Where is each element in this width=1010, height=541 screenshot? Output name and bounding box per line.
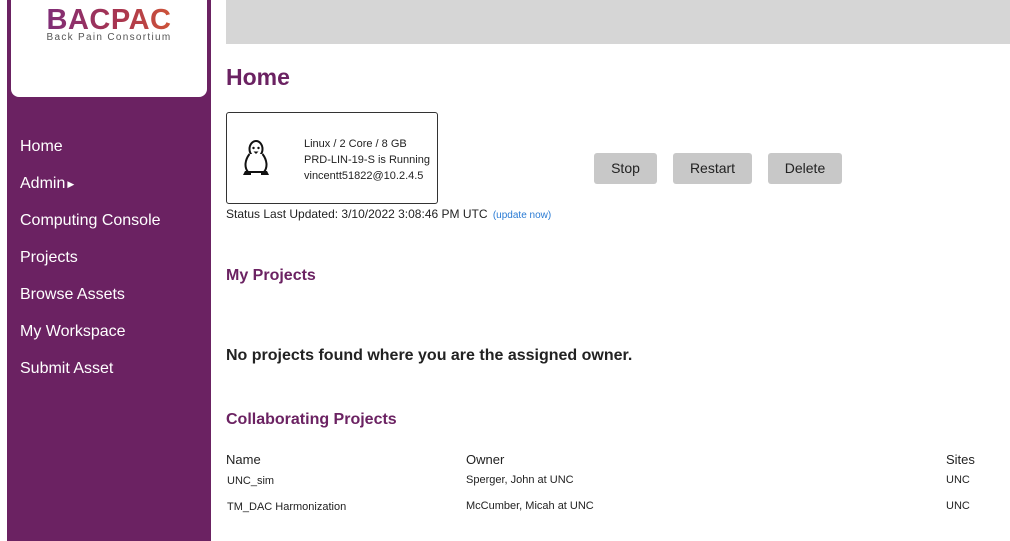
status-text: Status Last Updated: 3/10/2022 3:08:46 P… [226, 207, 488, 221]
sidebar-item-admin[interactable]: Admin ▶ [20, 172, 161, 209]
column-header-sites: Sites [946, 452, 975, 467]
logo[interactable]: BACPAC Back Pain Consortium [11, 0, 207, 97]
sidebar-item-browse-assets[interactable]: Browse Assets [20, 283, 161, 320]
project-sites: UNC [946, 474, 970, 486]
sidebar-item-label: Admin [20, 175, 66, 193]
project-owner: McCumber, Micah at UNC [466, 500, 594, 512]
project-name-link[interactable]: TM_DAC Harmonization [227, 501, 346, 513]
project-name-link[interactable]: UNC_sim [227, 475, 274, 487]
column-header-owner: Owner [466, 452, 505, 467]
sidebar-item-computing-console[interactable]: Computing Console [20, 209, 161, 246]
sidebar: BACPAC Back Pain Consortium Home Admin ▶ … [7, 0, 211, 541]
column-header-name: Name [226, 452, 261, 467]
sidebar-item-submit-asset[interactable]: Submit Asset [20, 357, 161, 394]
delete-button[interactable]: Delete [768, 153, 842, 184]
sidebar-item-home[interactable]: Home [20, 135, 161, 172]
vm-user: vincentt51822@10.2.4.5 [304, 170, 424, 182]
project-owner: Sperger, John at UNC [466, 474, 574, 486]
vm-details: Linux / 2 Core / 8 GB PRD-LIN-19-S is Ru… [304, 136, 430, 184]
vm-specs: Linux / 2 Core / 8 GB [304, 138, 407, 150]
sidebar-item-my-workspace[interactable]: My Workspace [20, 320, 161, 357]
collaborating-projects-title: Collaborating Projects [226, 411, 397, 428]
linux-tux-icon [243, 140, 269, 175]
project-sites: UNC [946, 500, 970, 512]
restart-button[interactable]: Restart [673, 153, 752, 184]
top-bar [226, 0, 1010, 44]
sidebar-nav: Home Admin ▶ Computing Console Projects B… [20, 135, 161, 394]
update-now-link[interactable]: (update now) [493, 210, 551, 221]
page-title: Home [226, 64, 290, 90]
vm-status: PRD-LIN-19-S is Running [304, 154, 430, 166]
vm-card[interactable]: Linux / 2 Core / 8 GB PRD-LIN-19-S is Ru… [226, 112, 438, 204]
my-projects-title: My Projects [226, 267, 316, 284]
empty-projects-message: No projects found where you are the assi… [226, 347, 633, 364]
status-line: Status Last Updated: 3/10/2022 3:08:46 P… [226, 207, 551, 221]
stop-button[interactable]: Stop [594, 153, 657, 184]
caret-right-icon: ▶ [67, 179, 75, 189]
sidebar-item-projects[interactable]: Projects [20, 246, 161, 283]
logo-tagline: Back Pain Consortium [46, 32, 172, 43]
